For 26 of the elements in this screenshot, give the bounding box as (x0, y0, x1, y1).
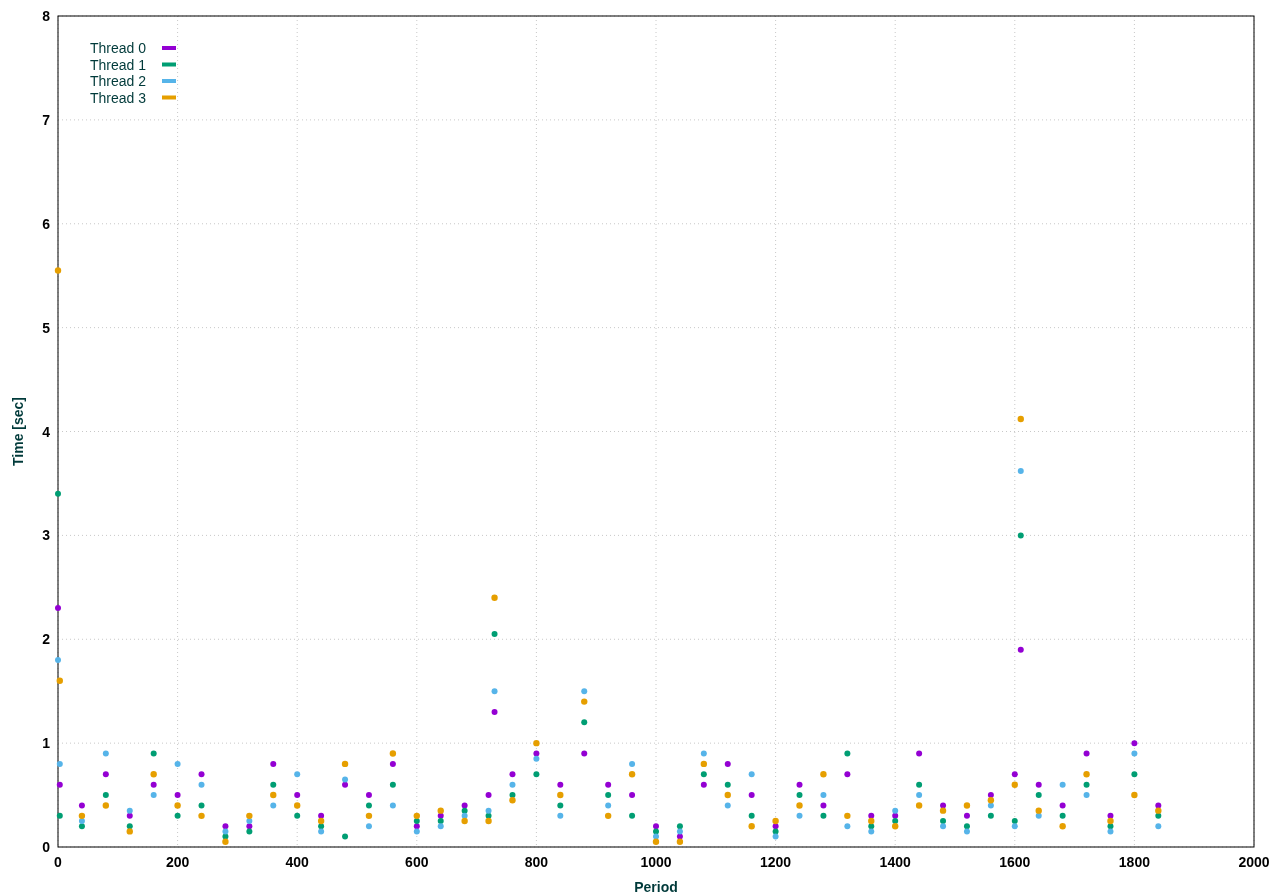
y-axis-label: Time [sec] (10, 397, 26, 466)
x-tick-label: 400 (285, 854, 309, 870)
y-tick-label: 7 (42, 111, 50, 128)
y-tick-label: 8 (42, 8, 50, 24)
x-tick-label: 1200 (760, 854, 792, 870)
y-tick-label: 2 (42, 631, 50, 648)
y-tick-label: 1 (42, 735, 50, 752)
y-tick-label: 4 (42, 423, 50, 440)
x-tick-label: 1800 (1118, 854, 1150, 870)
y-tick-label: 6 (42, 215, 50, 232)
y-tick-label: 3 (42, 527, 50, 544)
x-tick-label: 1400 (879, 854, 911, 870)
x-tick-label: 1000 (640, 854, 672, 870)
legend-label: Thread 1 (90, 56, 147, 73)
y-tick-label: 5 (42, 319, 50, 336)
x-tick-label: 800 (524, 854, 549, 870)
x-tick-label: 600 (405, 854, 429, 870)
x-axis-label: Period (634, 879, 678, 895)
x-tick-label: 1600 (999, 854, 1031, 870)
x-tick-label: 200 (165, 854, 190, 870)
legend-label: Thread 3 (90, 89, 147, 106)
legend-label: Thread 0 (90, 40, 147, 56)
legend-label: Thread 2 (90, 73, 147, 89)
x-tick-label: 2000 (1238, 854, 1270, 870)
x-tick-label: 0 (54, 854, 62, 870)
y-tick-label: 0 (42, 839, 50, 855)
